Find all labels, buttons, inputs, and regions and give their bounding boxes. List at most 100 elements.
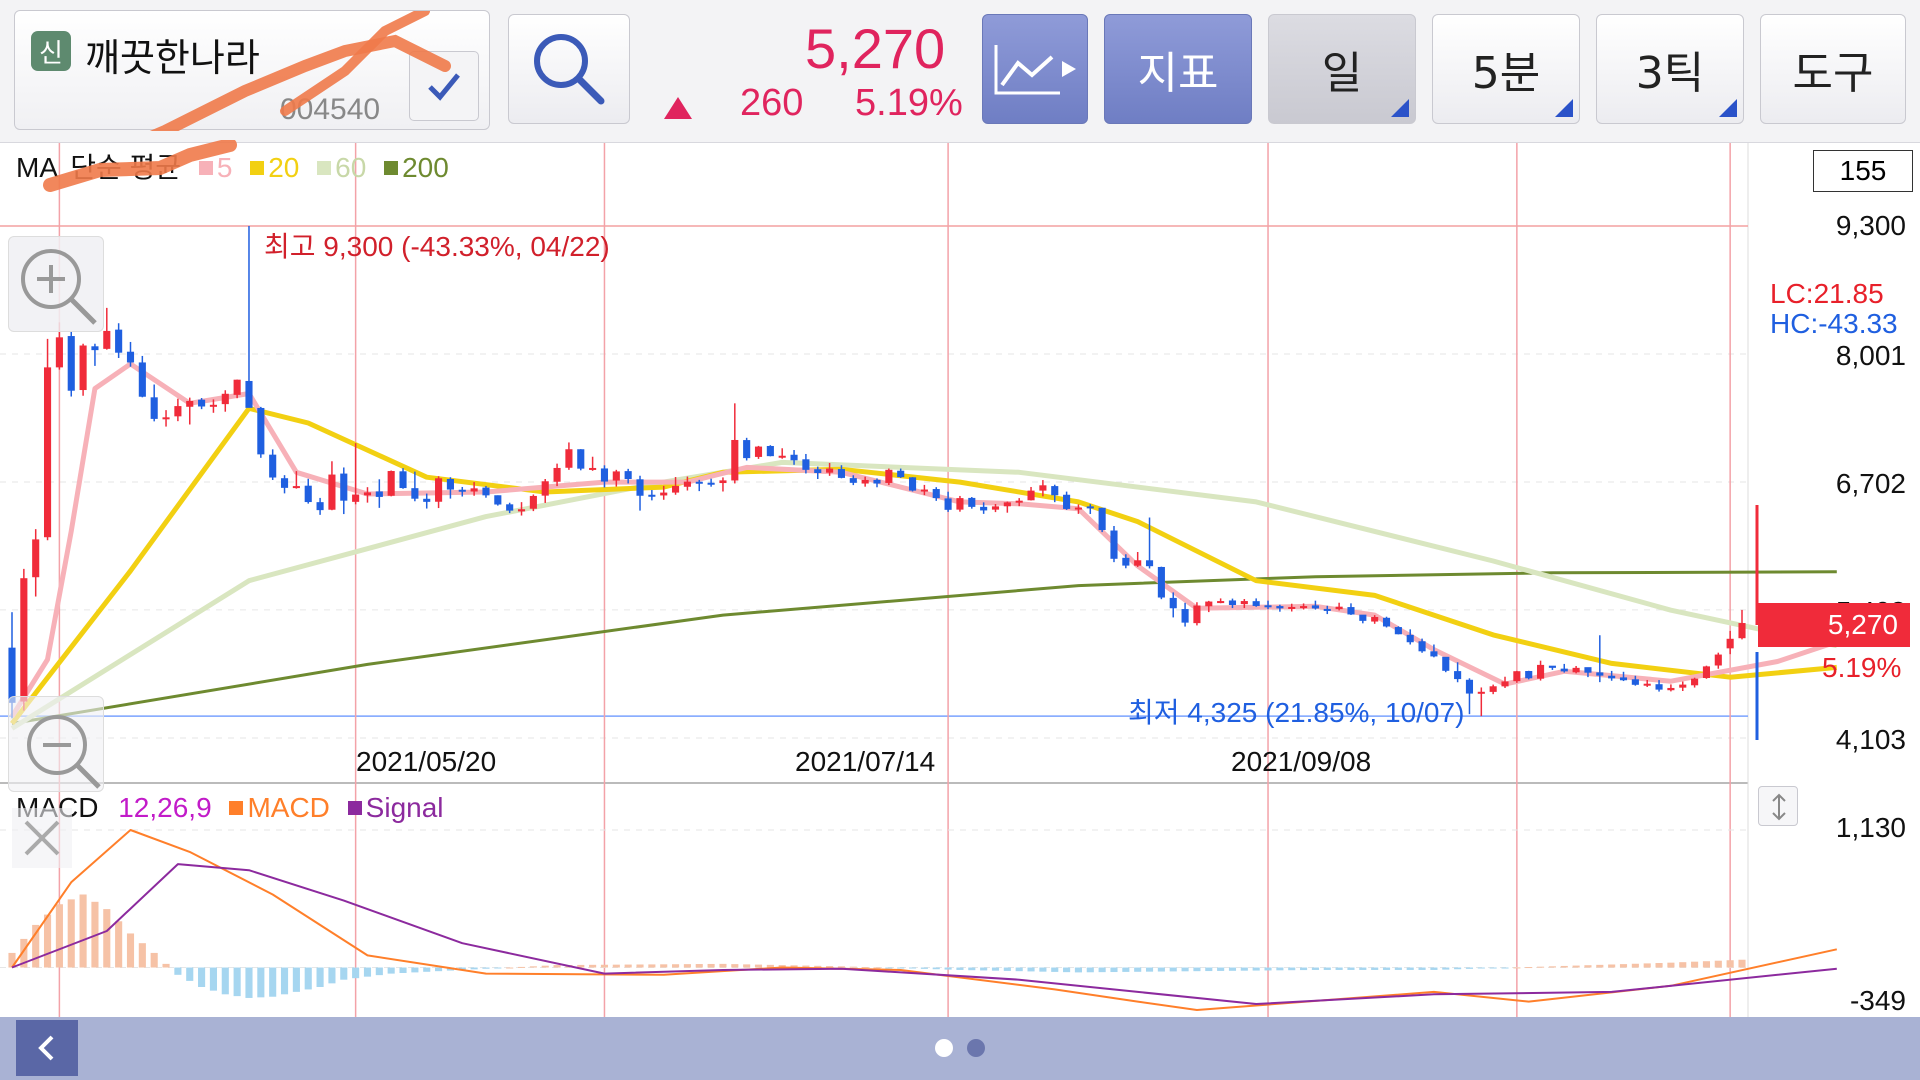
candle-body bbox=[719, 480, 727, 484]
candle-body bbox=[91, 346, 99, 351]
candle-body bbox=[920, 489, 928, 492]
macd-hist-bar bbox=[529, 966, 537, 968]
candle-body bbox=[1394, 627, 1402, 635]
candle-body bbox=[1489, 686, 1497, 692]
macd-hist-bar bbox=[1655, 963, 1663, 968]
macd-hist-bar bbox=[719, 963, 727, 968]
candle-body bbox=[754, 446, 763, 457]
macd-hist-bar bbox=[541, 965, 549, 968]
macd-hist-bar bbox=[1667, 962, 1675, 968]
macd-hist-bar bbox=[1359, 967, 1367, 970]
macd-hist-bar bbox=[743, 964, 751, 968]
candle-body bbox=[1110, 530, 1118, 559]
macd-hist-bar bbox=[1489, 967, 1497, 969]
macd-hist-bar bbox=[1157, 967, 1165, 972]
macd-hist-bar bbox=[1074, 967, 1082, 973]
macd-hist-bar bbox=[1015, 967, 1023, 972]
macd-hist-bar bbox=[115, 921, 123, 968]
macd-hist-bar bbox=[1465, 967, 1474, 969]
macd-hist-bar bbox=[861, 967, 869, 969]
macd-hist-bar bbox=[1181, 967, 1189, 972]
candle-body bbox=[280, 478, 289, 488]
macd-hist-bar bbox=[316, 967, 324, 987]
candle-body bbox=[1596, 672, 1604, 676]
signal-swatch bbox=[347, 801, 362, 815]
page-dot-active[interactable] bbox=[935, 1039, 953, 1057]
macd-hist-bar bbox=[1537, 966, 1545, 968]
macd-hist-bar bbox=[1347, 967, 1355, 970]
zoom-out-button[interactable] bbox=[8, 696, 104, 792]
candle-body bbox=[1382, 617, 1391, 627]
candle-body bbox=[1418, 641, 1426, 652]
zoom-in-button[interactable] bbox=[8, 236, 104, 332]
candle-body bbox=[589, 467, 597, 470]
macd-swatch bbox=[229, 801, 244, 815]
macd-hist-bar bbox=[826, 966, 834, 968]
macd-hist-bar bbox=[1122, 967, 1130, 972]
macd-hist-bar bbox=[1003, 967, 1011, 971]
macd-hist-bar bbox=[1063, 967, 1071, 973]
x-date-label: 2021/07/14 bbox=[795, 746, 936, 777]
candle-body bbox=[778, 455, 786, 458]
macd-hist-bar bbox=[1300, 967, 1308, 971]
candle-body bbox=[292, 486, 300, 489]
macd-hist-bar bbox=[1169, 967, 1177, 972]
macd-hist-bar bbox=[1264, 967, 1272, 971]
candle-body bbox=[1406, 634, 1414, 643]
candle-body bbox=[363, 492, 372, 496]
candle-body bbox=[399, 471, 407, 489]
macd-hist-bar bbox=[600, 964, 609, 968]
candle-body bbox=[529, 495, 537, 509]
candle-body bbox=[600, 468, 609, 482]
candle-body bbox=[79, 345, 87, 391]
candle-body bbox=[1063, 494, 1071, 509]
page-dot[interactable] bbox=[967, 1039, 985, 1057]
candle-body bbox=[672, 485, 680, 493]
macd-hist-bar bbox=[1098, 967, 1106, 973]
candle-body bbox=[435, 478, 443, 502]
macd-hist-bar bbox=[1560, 965, 1568, 968]
macd-hist-bar bbox=[1311, 967, 1319, 970]
ma5-swatch bbox=[198, 161, 213, 175]
macd-hist-bar bbox=[79, 894, 87, 968]
candle-body bbox=[1086, 506, 1094, 509]
candle-body bbox=[32, 539, 40, 578]
macd-hist-bar bbox=[126, 933, 135, 968]
candle-body bbox=[1169, 597, 1177, 609]
back-button[interactable] bbox=[16, 1020, 78, 1076]
macd-hist-bar bbox=[411, 967, 419, 973]
macd-hist-bar bbox=[612, 964, 620, 968]
macd-hist-bar bbox=[1382, 967, 1391, 970]
candle-body bbox=[233, 379, 241, 395]
candle-body bbox=[304, 485, 312, 503]
candle-body bbox=[103, 330, 111, 349]
macd-y-tick-label: 1,130 bbox=[1835, 812, 1906, 843]
macd-hist-bar bbox=[494, 967, 502, 969]
macd-hist-bar bbox=[198, 967, 206, 987]
candle-body bbox=[648, 494, 656, 497]
candle-count-box[interactable]: 155 bbox=[1813, 150, 1913, 192]
macd-hist-bar bbox=[1027, 967, 1035, 972]
macd-hist-bar bbox=[648, 964, 656, 968]
macd-hist-bar bbox=[423, 967, 431, 972]
ma-legend-title: 단순 평균 bbox=[70, 152, 182, 183]
macd-hist-bar bbox=[968, 967, 976, 971]
x-date-label: 2021/05/20 bbox=[356, 746, 497, 777]
candle-body bbox=[624, 471, 632, 479]
candle-body bbox=[126, 351, 135, 363]
candle-body bbox=[375, 491, 383, 497]
candle-body bbox=[1347, 607, 1355, 615]
close-indicator-button[interactable] bbox=[12, 808, 72, 868]
candle-body bbox=[1679, 684, 1687, 688]
ma200-label: 200 bbox=[402, 152, 449, 183]
candle-body bbox=[387, 471, 395, 496]
candle-body bbox=[1003, 502, 1011, 507]
candle-body bbox=[1074, 507, 1082, 510]
candle-body bbox=[1205, 601, 1213, 607]
macd-hist-bar bbox=[1679, 962, 1687, 968]
macd-hist-bar bbox=[103, 909, 111, 968]
macd-hist-bar bbox=[660, 964, 668, 968]
candle-body bbox=[269, 454, 277, 478]
candle-body bbox=[743, 440, 751, 459]
candle-body bbox=[1193, 605, 1201, 624]
